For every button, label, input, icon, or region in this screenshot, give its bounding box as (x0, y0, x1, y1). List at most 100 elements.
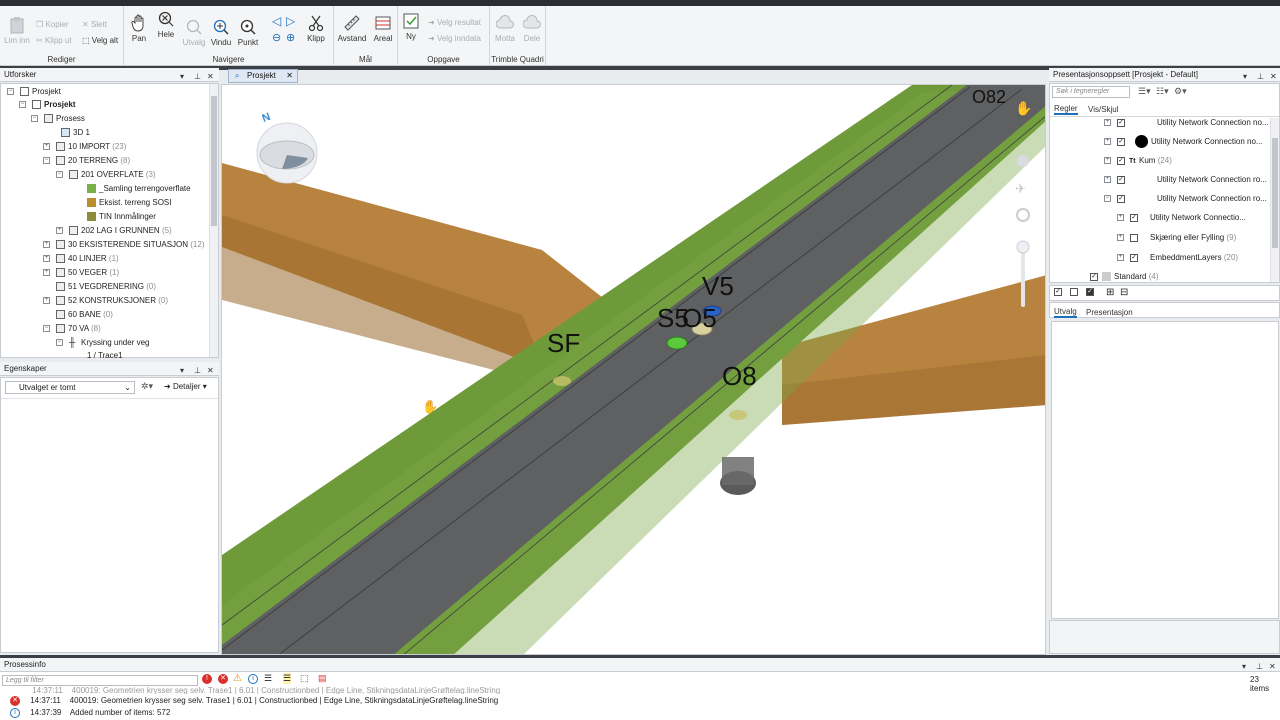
tab-regler[interactable]: Regler (1054, 104, 1078, 115)
tree-item-prosess[interactable]: − Prosess (31, 112, 85, 126)
zoom-in-icon[interactable]: ⊕ (286, 31, 295, 44)
motta-button[interactable]: Motta (492, 14, 518, 43)
zoom-slider-knob[interactable] (1016, 240, 1030, 254)
velg-alt-button[interactable]: ⬚ Velg alt (82, 36, 118, 45)
kopier-button[interactable]: ❐ Kopier (36, 20, 69, 29)
rule-item[interactable]: + ✓ Utility Network Connectio... (1117, 211, 1246, 225)
presentation-scroll-thumb[interactable] (1272, 138, 1278, 248)
velg-resultat-button[interactable]: ➜ Velg resultat (428, 18, 481, 27)
close-tab-icon[interactable]: ✕ (286, 70, 293, 82)
marker-yellow[interactable] (729, 410, 747, 420)
sort-icon[interactable]: ☷▾ (1156, 86, 1169, 97)
explorer-close-icon[interactable]: ✕ (207, 70, 214, 84)
avstand-button[interactable]: Avstand (336, 14, 368, 43)
presentation-menu-icon[interactable]: ▾ (1243, 70, 1247, 84)
zoom-slider-track[interactable] (1021, 247, 1025, 307)
gear-icon[interactable]: ✲▾ (141, 381, 153, 392)
punkt-button[interactable]: Punkt (235, 18, 261, 47)
look-icon[interactable] (1016, 208, 1030, 222)
rule-search-input[interactable]: Søk i tegneregler (1052, 86, 1130, 98)
marker-green[interactable] (666, 336, 688, 350)
utvalg-button[interactable]: Utvalg (180, 18, 208, 47)
rotate-icon[interactable]: ✋ (1015, 100, 1032, 117)
clear-icon[interactable]: ▤ (318, 673, 327, 684)
properties-close-icon[interactable]: ✕ (207, 364, 214, 378)
rule-item-kum[interactable]: + ✓ Tt Kum (24) (1104, 154, 1172, 168)
tree-item-eksisterende[interactable]: +30 EKSISTERENDE SITUASJON (12) (43, 238, 205, 252)
list-icon[interactable]: ☰ (264, 673, 272, 684)
tree-item-kryssing[interactable]: − ╫ Kryssing under veg (56, 336, 149, 350)
tree-item-veger[interactable]: +50 VEGER (1) (43, 266, 119, 280)
expand-all-icon[interactable]: ⊞ (1106, 287, 1114, 298)
collapse-all-icon[interactable]: ⊟ (1120, 287, 1128, 298)
tree-item-samling[interactable]: _Samling terrengoverflate (87, 182, 191, 196)
tab-presentasjon[interactable]: Presentasjon (1086, 308, 1133, 317)
log-row-partial[interactable]: 14:37:11 400019: Geometrien krysser seg … (10, 686, 610, 694)
rule-item[interactable]: + ✓ Utility Network Connection no... (1104, 135, 1263, 149)
filter-input[interactable]: Legg til filter (2, 675, 198, 686)
tree-item-linjer[interactable]: +40 LINJER (1) (43, 252, 119, 266)
orbit-icon[interactable] (1017, 155, 1029, 167)
areal-button[interactable]: Areal (370, 14, 396, 43)
presentation-pin-icon[interactable]: ⊥ (1257, 70, 1264, 84)
presentation-close-icon[interactable]: ✕ (1270, 70, 1277, 84)
rule-item-standard[interactable]: ✓ Standard (4) (1090, 270, 1158, 284)
log-row-error[interactable]: ✕ 14:37:11 400019: Geometrien krysser se… (10, 696, 498, 706)
tab-utvalg[interactable]: Utvalg (1054, 307, 1077, 318)
uncheck-all-icon[interactable] (1070, 288, 1078, 296)
tree-item-va[interactable]: −70 VA (8) (43, 322, 101, 336)
highlight-icon[interactable]: ☰ (283, 673, 292, 684)
hele-button[interactable]: Hele (154, 10, 178, 39)
pan-button[interactable]: Pan (128, 14, 150, 43)
klipp-button[interactable]: Klipp (304, 14, 328, 43)
explorer-scrollbar[interactable] (209, 84, 218, 357)
rule-item[interactable]: + ✓ Utility Network Connection ro... (1104, 173, 1267, 187)
tree-item-terreng[interactable]: −20 TERRENG (8) (43, 154, 130, 168)
tree-item-trace[interactable]: 1 / Trace1 (87, 349, 123, 359)
warning-filter-icon[interactable]: ⚠ (233, 673, 242, 684)
walk-icon[interactable]: ✈ (1015, 182, 1026, 197)
tree-item-bane[interactable]: 60 BANE (0) (56, 308, 113, 322)
rule-item[interactable]: + ✓ Utility Network Connection no... (1104, 116, 1269, 130)
settings-gear-icon[interactable]: ⚙▾ (1174, 86, 1187, 97)
error-filter-icon[interactable]: ! (202, 674, 212, 684)
ny-oppgave-button[interactable]: Ny (400, 12, 422, 41)
tree-item-tin[interactable]: TIN Innmålinger (87, 210, 156, 224)
explorer-menu-icon[interactable]: ▾ (180, 70, 184, 84)
slett-button[interactable]: ✕ Slett (82, 20, 107, 29)
tree-item-eksist-terreng[interactable]: Eksist. terreng SOSI (87, 196, 171, 210)
rule-item[interactable]: − ✓ Utility Network Connection ro... (1104, 192, 1267, 206)
dele-button[interactable]: Dele (520, 14, 544, 43)
tree-item-root[interactable]: − Prosjekt (7, 85, 61, 99)
check-all-icon[interactable]: ✓ (1054, 288, 1062, 296)
tree-item-lag-i-grunnen[interactable]: +202 LAG I GRUNNEN (5) (56, 224, 172, 238)
lim-inn-button[interactable]: Lim inn (4, 16, 30, 45)
rule-item-embedment[interactable]: + ✓ EmbeddmentLayers (20) (1117, 251, 1238, 265)
tree-item-prosjekt[interactable]: − Prosjekt (19, 98, 76, 112)
explorer-pin-icon[interactable]: ⊥ (194, 70, 201, 84)
properties-menu-icon[interactable]: ▾ (180, 364, 184, 378)
previous-view-icon[interactable]: ◁ (272, 14, 281, 28)
info-filter-icon[interactable]: i (248, 674, 258, 684)
tab-vis-skjul[interactable]: Vis/Skjul (1088, 105, 1119, 114)
selection-dropdown[interactable]: Utvalget er tomt ⌄ (5, 381, 135, 394)
tab-prosjekt[interactable]: ⌕ Prosjekt ✕ (228, 69, 298, 83)
klipp-ut-button[interactable]: ✂ Klipp ut (36, 36, 72, 45)
error-x-filter-icon[interactable]: ✕ (218, 674, 228, 684)
check-selected-icon[interactable]: ✓ (1086, 288, 1094, 296)
zoom-out-icon[interactable]: ⊖ (272, 31, 281, 44)
marker-yellow[interactable] (553, 376, 571, 386)
presentation-scrollbar[interactable] (1270, 118, 1279, 282)
rule-item-skjaering[interactable]: + Skjæring eller Fylling (9) (1117, 231, 1236, 245)
vindu-button[interactable]: Vindu (209, 18, 233, 47)
select-icon[interactable]: ⬚ (300, 673, 309, 684)
tree-item-3d[interactable]: 3D 1 (61, 126, 90, 140)
properties-pin-icon[interactable]: ⊥ (194, 364, 201, 378)
next-view-icon[interactable]: ▷ (286, 14, 295, 28)
log-row-info[interactable]: i 14:37:39 Added number of items: 572 (10, 708, 170, 718)
explorer-scroll-thumb[interactable] (211, 96, 217, 226)
detaljer-button[interactable]: ➜ Detaljer ▾ (164, 382, 207, 391)
velg-inndata-button[interactable]: ➜ Velg inndata (428, 34, 481, 43)
3d-viewport[interactable]: N ✋ ✈ ✋ V5 S5 O5 SF O8 O82 (221, 84, 1046, 655)
tree-item-vegdrenering[interactable]: 51 VEGDRENERING (0) (56, 280, 156, 294)
